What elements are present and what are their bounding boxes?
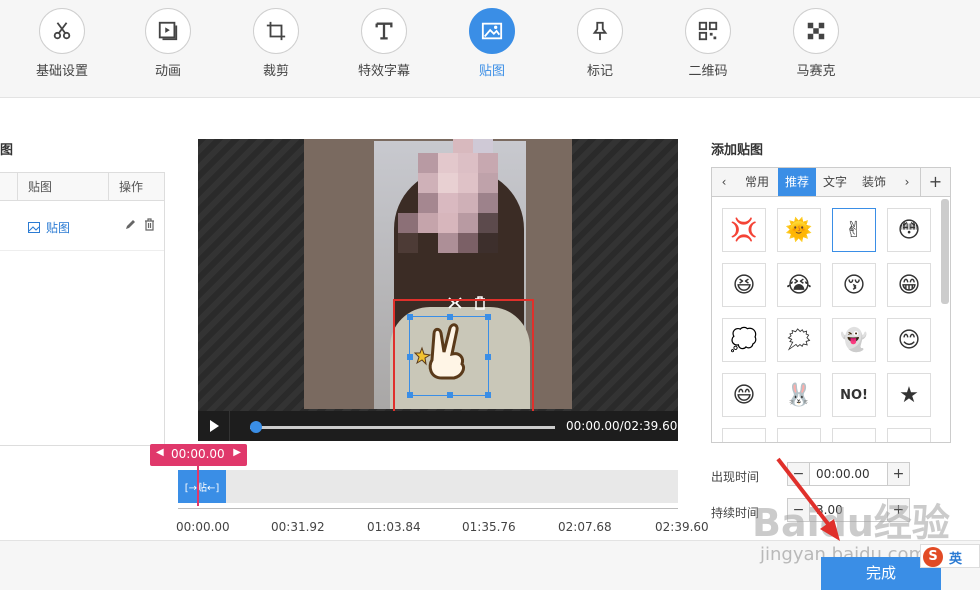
tool-qrcode[interactable]: 二维码 [668, 8, 748, 79]
caret-left-icon[interactable]: ◀ [156, 447, 164, 458]
col-sticker: 贴图 [17, 173, 108, 200]
sticker-item[interactable]: 🗯 [777, 318, 821, 362]
sticker-tabs: ‹ 常用 推荐 文字 装饰 › + [711, 167, 951, 197]
tool-effect-subtitle[interactable]: 特效字幕 [344, 8, 424, 79]
plus-icon[interactable]: + [887, 463, 909, 485]
sticker-item[interactable]: 😚 [832, 263, 876, 307]
tool-animation[interactable]: 动画 [128, 8, 208, 79]
tool-crop[interactable]: 裁剪 [236, 8, 316, 79]
appear-time-label: 出现时间 [711, 470, 760, 484]
sticker-item[interactable]: 🐰 [777, 373, 821, 417]
tick-label: 01:03.84 [367, 520, 421, 534]
tool-basic-settings[interactable]: 基础设置 [22, 8, 102, 79]
progress-handle[interactable] [250, 421, 262, 433]
sticker-item[interactable] [832, 428, 876, 442]
tool-sticker[interactable]: 贴图 [452, 8, 532, 79]
scissors-icon [39, 8, 85, 54]
sticker-item[interactable]: 😆 [722, 263, 766, 307]
tick-label: 00:31.92 [271, 520, 325, 534]
tool-label: 特效字幕 [357, 64, 410, 79]
sticker-item[interactable]: 👻 [832, 318, 876, 362]
clip-label: [→贴←] [184, 483, 220, 494]
text-icon [361, 8, 407, 54]
tab-prev-icon[interactable]: ‹ [712, 168, 736, 196]
sticker-item[interactable] [722, 428, 766, 442]
playhead-marker[interactable]: ◀ 00:00.00 ▶ [150, 444, 247, 466]
sticker-row-name[interactable]: 贴图 [28, 219, 70, 236]
sticker-item[interactable]: 😁 [887, 263, 931, 307]
sticker-item[interactable]: 😭 [777, 263, 821, 307]
edit-icon[interactable] [124, 218, 137, 231]
sticker-clip[interactable]: [→贴←] [178, 470, 226, 503]
sticker-item[interactable]: 💭 [722, 318, 766, 362]
col-actions: 操作 [108, 173, 164, 200]
table-row[interactable]: 贴图 [0, 201, 164, 251]
crop-icon [253, 8, 299, 54]
play-frame-icon [145, 8, 191, 54]
ime-mode: 英 [949, 552, 963, 567]
sticker-item[interactable]: NO! [832, 373, 876, 417]
playhead-line [197, 466, 199, 506]
tick-label: 01:35.76 [462, 520, 516, 534]
play-icon [210, 420, 219, 432]
tool-label: 马赛克 [796, 64, 836, 79]
sticker-row-label: 贴图 [46, 221, 71, 235]
image-icon [28, 222, 40, 233]
tool-label: 贴图 [478, 64, 505, 79]
sticker-item[interactable] [887, 428, 931, 442]
player-controls: 00:00.00/02:39.60 [198, 411, 678, 441]
left-panel-title: 图 [0, 143, 14, 158]
sticker-panel-title: 添加贴图 [711, 143, 764, 158]
tool-mark[interactable]: 标记 [560, 8, 640, 79]
play-button[interactable] [198, 411, 230, 441]
caret-right-icon[interactable]: ▶ [233, 447, 241, 458]
sticker-item[interactable]: ★ [887, 373, 931, 417]
tick-label: 02:39.60 [655, 520, 709, 534]
sticker-item[interactable] [777, 428, 821, 442]
tab-recommended[interactable]: 推荐 [778, 168, 816, 196]
tab-common[interactable]: 常用 [736, 168, 778, 196]
tick-label: 00:00.00 [176, 520, 230, 534]
sticker-item[interactable]: 😊 [887, 318, 931, 362]
tool-label: 基础设置 [35, 64, 88, 79]
mosaic-icon [793, 8, 839, 54]
ime-indicator[interactable]: S 英 [920, 544, 980, 568]
table-header: 贴图 操作 [0, 173, 164, 201]
tick-label: 02:07.68 [558, 520, 612, 534]
toolbar: 基础设置 动画 裁剪 特效字幕 贴图 标记 二维码 马赛克 [0, 0, 980, 98]
image-icon [469, 8, 515, 54]
tool-label: 二维码 [688, 64, 728, 79]
face-mosaic [398, 139, 498, 273]
sticker-item[interactable]: 💢 [722, 208, 766, 252]
tab-next-icon[interactable]: › [894, 168, 920, 196]
add-tab-icon[interactable]: + [920, 168, 950, 196]
timeline-ruler [178, 508, 678, 514]
qrcode-icon [685, 8, 731, 54]
timecode: 00:00.00/02:39.60 [566, 419, 678, 433]
tool-mosaic[interactable]: 马赛克 [776, 8, 856, 79]
sticker-grid: 💢 🌞 ✌ 😳 😆 😭 😚 😁 💭 🗯 👻 😊 😄 🐰 NO! ★ [711, 197, 951, 443]
sticker-scrollbar[interactable] [941, 199, 949, 304]
tool-label: 动画 [154, 64, 181, 79]
timeline-track[interactable] [178, 470, 678, 503]
sticker-item[interactable]: 😄 [722, 373, 766, 417]
sticker-item[interactable]: 🌞 [777, 208, 821, 252]
tool-label: 裁剪 [262, 64, 289, 79]
playhead-time: 00:00.00 [171, 447, 225, 461]
pin-icon [577, 8, 623, 54]
delete-icon[interactable] [143, 218, 156, 231]
progress-bar[interactable] [250, 421, 555, 433]
sticker-list-table: 贴图 操作 贴图 [0, 172, 165, 446]
sticker-item[interactable]: 😳 [887, 208, 931, 252]
annotation-arrow [776, 457, 840, 541]
ime-logo-icon: S [923, 547, 943, 567]
tab-text[interactable]: 文字 [816, 168, 854, 196]
tab-decoration[interactable]: 装饰 [854, 168, 894, 196]
sticker-item[interactable]: ✌ [832, 208, 876, 252]
tool-label: 标记 [586, 64, 613, 79]
